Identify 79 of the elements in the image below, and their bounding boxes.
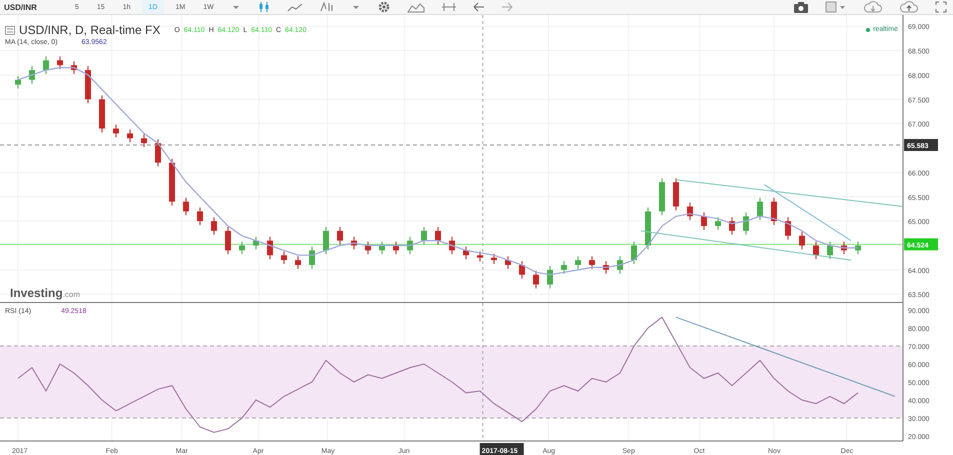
candle — [127, 129, 133, 143]
candle — [603, 260, 609, 274]
candle — [449, 236, 455, 255]
candle — [57, 56, 63, 70]
candle — [141, 134, 147, 148]
candle — [407, 236, 413, 255]
candle — [687, 202, 693, 221]
candle — [113, 124, 119, 138]
candle — [813, 241, 819, 260]
candle — [561, 260, 567, 274]
candle — [771, 197, 777, 226]
candle — [211, 216, 217, 236]
candle — [533, 270, 539, 289]
candle — [197, 206, 203, 226]
compare-icon[interactable] — [440, 1, 457, 13]
candle — [281, 250, 287, 265]
candle — [267, 236, 273, 260]
indicators-icon[interactable] — [318, 1, 335, 13]
status-dot — [866, 28, 870, 32]
candle — [659, 178, 665, 216]
candle — [393, 241, 399, 255]
candle — [183, 197, 189, 216]
candle — [589, 256, 595, 270]
redo-icon[interactable] — [500, 2, 513, 12]
candle — [29, 66, 35, 84]
candle — [253, 236, 259, 250]
cloud-upload-icon[interactable] — [899, 1, 919, 13]
candle — [729, 216, 735, 236]
candle — [351, 236, 357, 250]
symbol-field[interactable]: USD/INR — [4, 2, 64, 12]
template-icon[interactable] — [825, 1, 847, 13]
candle — [547, 265, 553, 289]
candle — [841, 241, 847, 255]
candle — [715, 216, 721, 230]
candle — [477, 250, 483, 262]
candle — [631, 241, 637, 265]
candle — [463, 246, 469, 260]
candle — [225, 226, 231, 255]
candles-icon[interactable] — [256, 1, 271, 13]
candle — [323, 226, 329, 255]
chart-title: USD/INR, D, Real-time FX — [19, 23, 160, 37]
area-chart-icon[interactable] — [406, 1, 425, 13]
candle — [855, 241, 861, 255]
candle — [575, 256, 581, 270]
menu-icon[interactable] — [5, 26, 15, 34]
candle — [379, 241, 385, 255]
candle — [15, 75, 21, 90]
candle — [155, 138, 161, 168]
logo: Investing.com — [10, 286, 80, 300]
candle — [169, 158, 175, 206]
candle — [337, 226, 343, 246]
candle — [785, 216, 791, 240]
line-chart-icon[interactable] — [286, 1, 303, 13]
candle — [421, 226, 427, 246]
candle — [491, 253, 497, 265]
candle — [85, 66, 91, 104]
candle — [799, 231, 805, 250]
candle — [239, 241, 245, 255]
candle — [309, 246, 315, 270]
candle — [673, 178, 679, 211]
settings-icon[interactable] — [376, 0, 391, 14]
undo-icon[interactable] — [472, 2, 485, 12]
candle — [645, 206, 651, 250]
fullscreen-icon[interactable] — [935, 1, 947, 13]
candle — [295, 256, 301, 270]
candle — [365, 241, 371, 255]
candle — [701, 212, 707, 230]
candle — [617, 256, 623, 274]
candle — [43, 56, 49, 74]
candle — [519, 260, 525, 280]
cloud-download-icon[interactable] — [863, 1, 883, 13]
candle — [99, 94, 105, 133]
candle — [71, 60, 77, 74]
candle — [757, 197, 763, 221]
candle — [743, 212, 749, 236]
candle — [505, 256, 511, 270]
candle — [827, 241, 833, 260]
camera-icon[interactable] — [793, 1, 809, 13]
candle — [435, 226, 441, 246]
